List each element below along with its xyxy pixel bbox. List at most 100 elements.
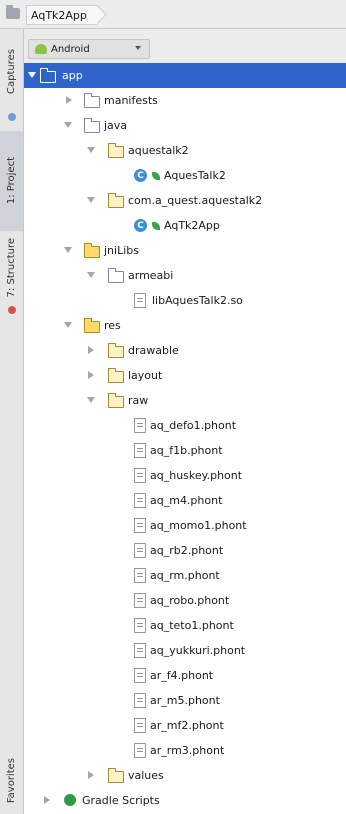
tree-label: java <box>104 119 128 132</box>
view-selector[interactable]: Android <box>28 39 150 59</box>
folder-icon <box>84 93 100 108</box>
tree-label: aquestalk2 <box>128 144 189 157</box>
tree-label: aq_f1b.phont <box>150 444 223 457</box>
collapse-arrow-icon[interactable] <box>44 796 50 804</box>
project-panel: Android app manifests java aquestalk2 C … <box>24 29 346 814</box>
class-icon: C <box>134 219 147 232</box>
tree-label: values <box>128 769 164 782</box>
tree-item-file[interactable]: aq_teto1.phont <box>24 613 346 638</box>
tree-item-file[interactable]: aq_m4.phont <box>24 488 346 513</box>
tab-favorites-label: Favorites <box>6 758 17 804</box>
tree-item-armeabi[interactable]: armeabi <box>24 263 346 288</box>
tree-item-file[interactable]: aq_f1b.phont <box>24 438 346 463</box>
expand-arrow-icon[interactable] <box>64 122 72 128</box>
collapse-arrow-icon[interactable] <box>88 371 94 379</box>
folder-icon <box>108 768 124 783</box>
breadcrumb-project[interactable]: AqTk2App <box>26 5 97 25</box>
tree-label: aq_huskey.phont <box>150 469 243 482</box>
file-icon <box>134 468 146 483</box>
tree-item-class[interactable]: C AqTk2App <box>24 213 346 238</box>
tab-structure-label: 7: Structure <box>6 238 17 298</box>
tree-item-package[interactable]: com.a_quest.aquestalk2 <box>24 188 346 213</box>
tree-item-file[interactable]: libAquesTalk2.so <box>24 288 346 313</box>
tree-label: ar_m5.phont <box>150 694 220 707</box>
tree-item-file[interactable]: ar_f4.phont <box>24 663 346 688</box>
android-leaf-icon <box>152 172 160 180</box>
tree-label: aq_yukkuri.phont <box>150 644 246 657</box>
tree-item-gradle-scripts[interactable]: Gradle Scripts <box>24 788 346 813</box>
project-toolbar: Android <box>24 29 346 63</box>
project-tree: app manifests java aquestalk2 C AquesTal… <box>24 63 346 813</box>
tree-item-file[interactable]: aq_robo.phont <box>24 588 346 613</box>
tree-label: jniLibs <box>104 244 139 257</box>
tree-item-app[interactable]: app <box>24 63 346 88</box>
folder-icon <box>108 368 124 383</box>
expand-arrow-icon[interactable] <box>87 397 95 403</box>
tree-label: AquesTalk2 <box>164 169 226 182</box>
tree-item-file[interactable]: aq_huskey.phont <box>24 463 346 488</box>
chevron-down-icon <box>135 46 141 50</box>
tree-item-package[interactable]: aquestalk2 <box>24 138 346 163</box>
package-icon <box>108 143 124 158</box>
tab-favorites[interactable]: Favorites <box>0 751 23 811</box>
file-icon <box>134 518 146 533</box>
tab-captures-label: Captures <box>6 48 17 94</box>
tree-label: drawable <box>128 344 179 357</box>
tree-item-file[interactable]: ar_m5.phont <box>24 688 346 713</box>
breadcrumb-label: AqTk2App <box>31 8 87 22</box>
tree-item-manifests[interactable]: manifests <box>24 88 346 113</box>
expand-arrow-icon[interactable] <box>87 272 95 278</box>
collapse-arrow-icon[interactable] <box>88 771 94 779</box>
tree-item-drawable[interactable]: drawable <box>24 338 346 363</box>
tree-item-class[interactable]: C AquesTalk2 <box>24 163 346 188</box>
collapse-arrow-icon[interactable] <box>66 96 72 104</box>
folder-icon <box>84 318 100 333</box>
expand-arrow-icon[interactable] <box>64 247 72 253</box>
tree-label: ar_f4.phont <box>150 669 214 682</box>
expand-arrow-icon[interactable] <box>28 72 36 78</box>
folder-icon <box>84 243 100 258</box>
file-icon <box>134 593 146 608</box>
tree-label: Gradle Scripts <box>82 794 160 807</box>
tree-item-file[interactable]: aq_rb2.phont <box>24 538 346 563</box>
captures-icon <box>0 113 23 121</box>
tree-label: res <box>104 319 121 332</box>
expand-arrow-icon[interactable] <box>64 322 72 328</box>
tree-item-values[interactable]: values <box>24 763 346 788</box>
tree-label: aq_momo1.phont <box>150 519 247 532</box>
file-icon <box>134 443 146 458</box>
file-icon <box>134 668 146 683</box>
tree-label: libAquesTalk2.so <box>152 294 243 307</box>
tab-project[interactable]: 1: Project <box>0 131 23 231</box>
tree-item-raw[interactable]: raw <box>24 388 346 413</box>
tab-project-label: 1: Project <box>6 157 17 205</box>
tree-item-file[interactable]: ar_rm3.phont <box>24 738 346 763</box>
tree-item-file[interactable]: aq_momo1.phont <box>24 513 346 538</box>
tree-item-file[interactable]: aq_rm.phont <box>24 563 346 588</box>
tree-item-file[interactable]: ar_mf2.phont <box>24 713 346 738</box>
tree-label: aq_rb2.phont <box>150 544 224 557</box>
tree-item-layout[interactable]: layout <box>24 363 346 388</box>
collapse-arrow-icon[interactable] <box>88 346 94 354</box>
android-icon <box>35 44 47 54</box>
tab-structure[interactable]: 7: Structure <box>0 233 23 303</box>
tool-window-strip: Captures 1: Project 7: Structure Favorit… <box>0 29 24 814</box>
tree-label: manifests <box>104 94 158 107</box>
folder-icon <box>108 268 124 283</box>
folder-icon <box>40 68 56 83</box>
expand-arrow-icon[interactable] <box>87 147 95 153</box>
tab-captures[interactable]: Captures <box>0 35 23 107</box>
tree-item-java[interactable]: java <box>24 113 346 138</box>
tree-item-jnilibs[interactable]: jniLibs <box>24 238 346 263</box>
tree-label: layout <box>128 369 163 382</box>
file-icon <box>134 743 146 758</box>
view-selector-value: Android <box>51 43 90 55</box>
tree-label: aq_m4.phont <box>150 494 223 507</box>
file-icon <box>134 293 146 308</box>
expand-arrow-icon[interactable] <box>87 197 95 203</box>
tree-item-file[interactable]: aq_defo1.phont <box>24 413 346 438</box>
tree-item-res[interactable]: res <box>24 313 346 338</box>
tree-label: ar_mf2.phont <box>150 719 224 732</box>
tree-item-file[interactable]: aq_yukkuri.phont <box>24 638 346 663</box>
navigation-bar: AqTk2App <box>0 0 346 29</box>
